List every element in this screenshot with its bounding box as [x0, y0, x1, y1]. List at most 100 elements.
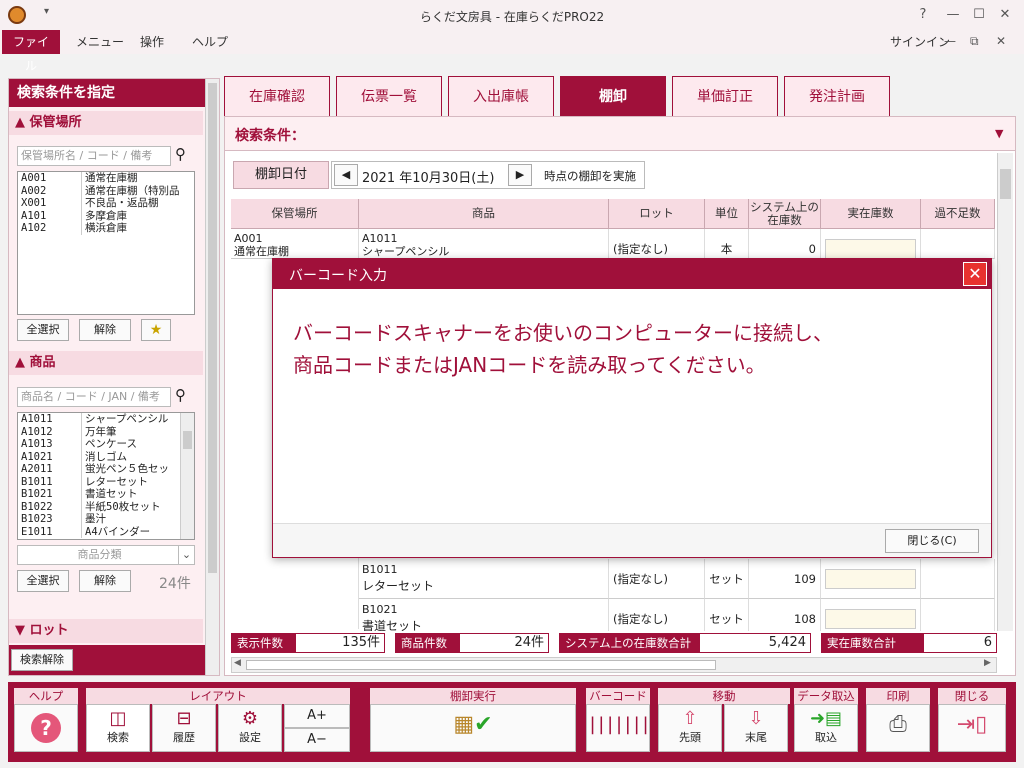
sidebar-scrollbar[interactable] — [205, 79, 219, 675]
list-item[interactable]: A2011 蛍光ペン５色セッ — [18, 463, 194, 476]
ribbon-minimize-icon[interactable]: — — [944, 34, 956, 48]
font-down-button[interactable]: A− — [284, 728, 350, 752]
list-item[interactable]: B1021 書道セット — [18, 488, 194, 501]
layout-search-button[interactable]: ◫ 検索 — [86, 704, 150, 752]
tab-in-out-ledger[interactable]: 入出庫帳 — [448, 76, 554, 116]
layout-history-button[interactable]: ⊟ 履歴 — [152, 704, 216, 752]
count-label: 表示件数 — [231, 633, 295, 653]
list-item-code: A1011 — [18, 413, 82, 426]
menu-file[interactable]: ファイル — [2, 30, 60, 73]
location-section-header[interactable]: ▲ 保管場所 — [9, 111, 203, 135]
dialog-close-button[interactable]: 閉じる(C) — [885, 529, 979, 553]
lot-section-header[interactable]: ▼ ロット — [9, 619, 203, 643]
location-search-icon[interactable]: ⚲ — [175, 145, 186, 163]
table-row[interactable]: A001 通常在庫棚 A1011 シャープペンシル (指定なし) 本 0 — [231, 229, 995, 259]
next-date-icon[interactable]: ▶ — [508, 164, 532, 186]
list-item-name: 通常在庫棚 — [85, 172, 138, 184]
collapse-icon: ▼ — [15, 623, 25, 638]
list-item[interactable]: B1023 墨汁 — [18, 513, 194, 526]
tab-inventory-check[interactable]: 在庫確認 — [224, 76, 330, 116]
ribbon-restore-icon[interactable]: ⧉ — [970, 34, 979, 49]
menu-help[interactable]: ヘルプ — [182, 30, 238, 54]
chevron-down-icon: ▼ — [995, 127, 1004, 140]
font-up-button[interactable]: A+ — [284, 704, 350, 728]
minimize-icon[interactable]: — — [942, 4, 964, 26]
list-item[interactable]: A1013 ペンケース — [18, 438, 194, 451]
list-item-code: B1011 — [18, 475, 82, 488]
tab-price-correction[interactable]: 単価訂正 — [672, 76, 778, 116]
product-search-icon[interactable]: ⚲ — [175, 386, 186, 404]
col-product[interactable]: 商品 — [359, 199, 609, 229]
list-item[interactable]: B1022 半紙50枚セット — [18, 500, 194, 513]
prev-date-icon[interactable]: ◀ — [334, 164, 358, 186]
list-item[interactable]: B1011 レターセット — [18, 475, 194, 488]
execute-stocktaking-button[interactable]: ▦✔ — [370, 704, 576, 752]
search-condition-bar[interactable]: 検索条件： ▼ — [225, 117, 1015, 151]
dialog-close-icon[interactable]: ✕ — [963, 262, 987, 286]
product-search-input[interactable]: 商品名 / コード / JAN / 備考 — [17, 387, 171, 407]
product-clear-button[interactable]: 解除 — [79, 570, 131, 592]
toolbar-group-execute: 棚卸実行 — [370, 688, 576, 704]
col-lot[interactable]: ロット — [609, 199, 705, 229]
grid-hscroll[interactable]: ◀ ▶ — [231, 657, 997, 673]
col-unit[interactable]: 単位 — [705, 199, 749, 229]
cell-actual-stock[interactable] — [821, 559, 921, 599]
clear-search-button[interactable]: 検索解除 — [11, 649, 73, 671]
list-item[interactable]: E1011 A4バインダー — [18, 525, 194, 538]
barcode-button[interactable]: ||||||| — [586, 704, 651, 752]
grid-vscroll[interactable] — [997, 153, 1013, 631]
product-select-all-button[interactable]: 全選択 — [17, 570, 69, 592]
tab-stocktaking[interactable]: 棚卸 — [560, 76, 666, 116]
print-button[interactable]: ⎙ — [866, 704, 930, 752]
table-row[interactable]: B1011 レターセット (指定なし) セット 109 — [359, 559, 995, 599]
col-difference[interactable]: 過不足数 — [921, 199, 995, 229]
favorite-star-icon[interactable]: ★ — [141, 319, 171, 341]
list-item[interactable]: A1011 シャープペンシル — [18, 413, 194, 426]
location-search-input[interactable]: 保管場所名 / コード / 備考 — [17, 146, 171, 166]
product-list[interactable]: A1011 シャープペンシル A1012 万年筆 A1013 ペンケース A1021 消しゴム… — [17, 412, 195, 540]
close-app-button[interactable]: ⇥▯ — [938, 704, 1006, 752]
move-first-button[interactable]: ⇧ 先頭 — [658, 704, 722, 752]
list-item[interactable]: A1021 消しゴム — [18, 450, 194, 463]
menu-operation[interactable]: 操作 — [130, 30, 174, 54]
date-value[interactable]: 2021 年10月30日(土) — [362, 167, 494, 186]
list-item[interactable]: A102 横浜倉庫 — [18, 222, 194, 235]
maximize-icon[interactable]: ☐ — [968, 4, 990, 26]
cell-product: A1011 シャープペンシル — [359, 229, 609, 259]
help-icon[interactable]: ? — [912, 4, 934, 26]
menu-menu[interactable]: メニュー — [66, 30, 134, 54]
cell-actual-stock[interactable] — [821, 599, 921, 631]
scroll-left-icon[interactable]: ◀ — [234, 658, 241, 668]
location-select-all-button[interactable]: 全選択 — [17, 319, 69, 341]
product-category-select[interactable]: 商品分類 ⌄ — [17, 545, 195, 565]
chevron-down-icon: ⌄ — [178, 546, 194, 564]
move-last-button[interactable]: ⇩ 末尾 — [724, 704, 788, 752]
scroll-right-icon[interactable]: ▶ — [984, 658, 991, 668]
table-row[interactable]: B1021 書道セット (指定なし) セット 108 — [359, 599, 995, 631]
cell-unit: セット — [705, 559, 749, 599]
col-system-stock[interactable]: システム上の在庫数 — [749, 199, 821, 229]
ribbon-close-icon[interactable]: ✕ — [996, 34, 1006, 48]
location-clear-button[interactable]: 解除 — [79, 319, 131, 341]
product-list-scrollbar[interactable] — [180, 413, 194, 539]
close-window-icon[interactable]: ✕ — [994, 4, 1016, 26]
list-item[interactable]: A101 多摩倉庫 — [18, 209, 194, 222]
tab-order-plan[interactable]: 発注計画 — [784, 76, 890, 116]
two-pane-icon: ◫ — [109, 708, 127, 729]
tab-slip-list[interactable]: 伝票一覧 — [336, 76, 442, 116]
list-item[interactable]: A002 通常在庫棚（特別品 — [18, 184, 194, 197]
layout-settings-button[interactable]: ⚙ 設定 — [218, 704, 282, 752]
location-list[interactable]: A001 通常在庫棚 A002 通常在庫棚（特別品 X001 不良品・返品棚 A101 多摩倉… — [17, 171, 195, 315]
list-item[interactable]: X001 不良品・返品棚 — [18, 197, 194, 210]
date-picker[interactable]: ◀ 2021 年10月30日(土) ▶ 時点の棚卸を実施 — [331, 161, 645, 189]
col-location[interactable]: 保管場所 — [231, 199, 359, 229]
list-item-name: 書道セット — [85, 488, 138, 500]
import-button[interactable]: ➜▤ 取込 — [794, 704, 858, 752]
list-item[interactable]: A001 通常在庫棚 — [18, 172, 194, 185]
cell-actual-stock[interactable] — [821, 229, 921, 259]
list-item[interactable]: A1012 万年筆 — [18, 425, 194, 438]
sidebar-title: 検索条件を指定 — [9, 79, 205, 107]
help-button[interactable]: ? — [14, 704, 78, 752]
product-section-header[interactable]: ▲ 商品 — [9, 351, 203, 375]
col-actual-stock[interactable]: 実在庫数 — [821, 199, 921, 229]
